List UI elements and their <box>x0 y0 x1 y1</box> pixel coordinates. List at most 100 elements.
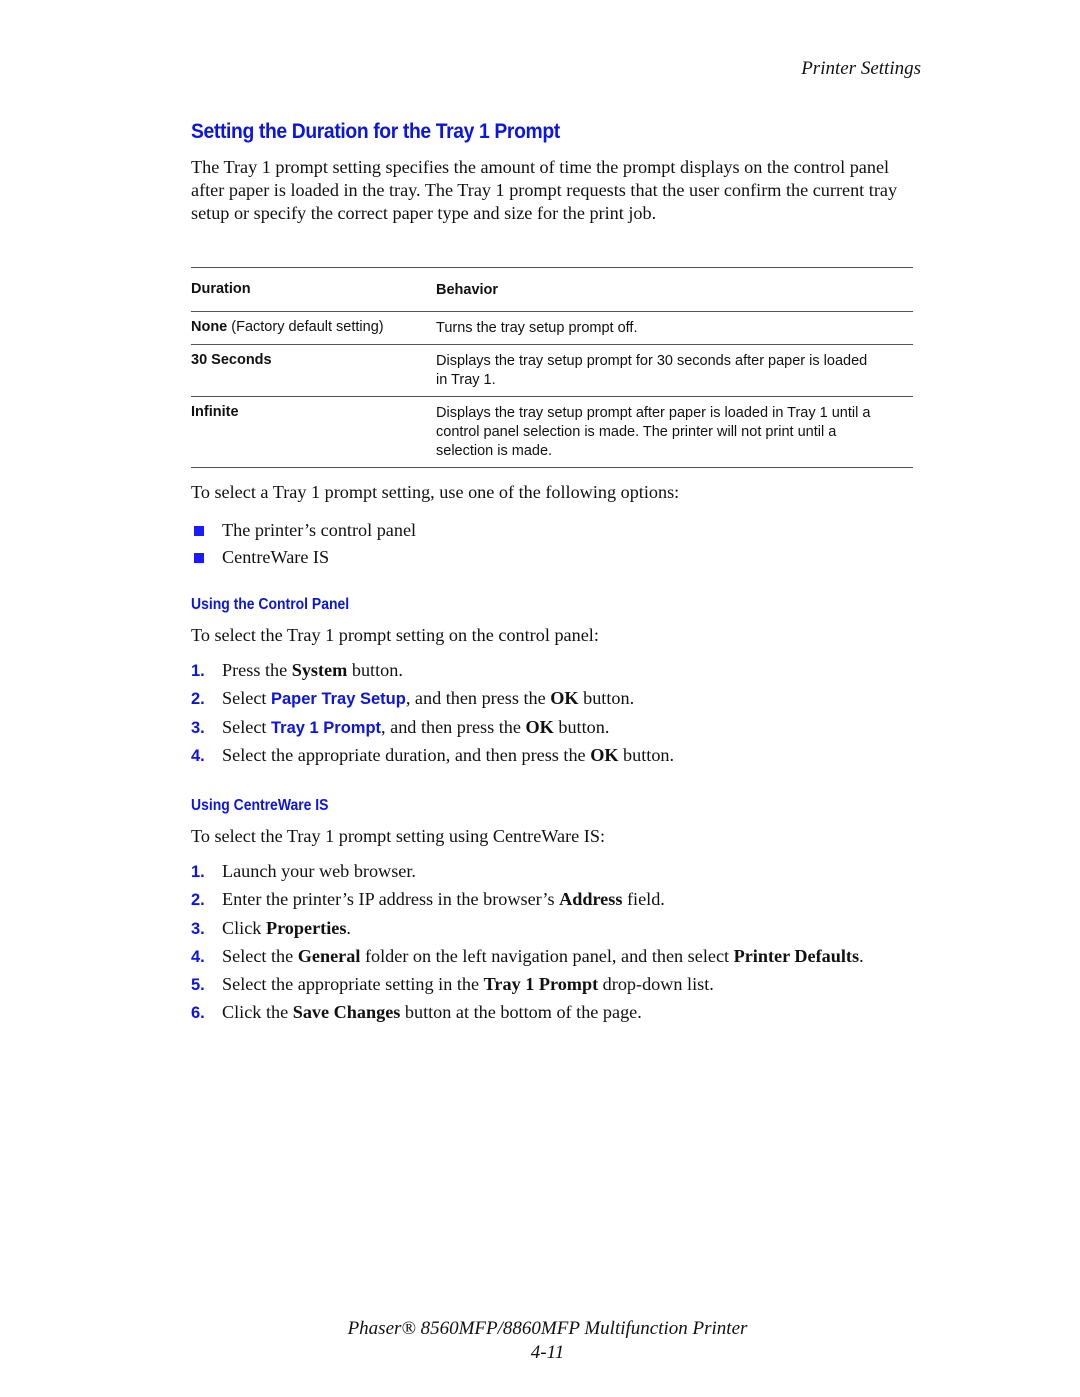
section-title: Setting the Duration for the Tray 1 Prom… <box>191 120 560 143</box>
emphasis-term: OK <box>550 688 579 709</box>
square-bullet-icon <box>194 525 204 536</box>
step-text: Launch your web browser. <box>222 861 416 882</box>
table-row: None (Factory default setting) Turns the… <box>191 312 913 345</box>
step-text-run: Launch your web browser. <box>222 861 416 881</box>
step-text-run: button. <box>578 688 635 709</box>
step-text: Click the Save Changes button at the bot… <box>222 1002 642 1023</box>
step-number: 3. <box>191 919 205 938</box>
table-row: Infinite Displays the tray setup prompt … <box>191 397 913 468</box>
step-item: 4. Select the General folder on the left … <box>191 946 864 974</box>
step-text-run: Enter the printer’s IP address in the br… <box>222 889 560 910</box>
emphasis-term: System <box>291 660 348 680</box>
step-item: 4. Select the appropriate duration, and t… <box>191 745 674 773</box>
step-item: 5. Select the appropriate setting in the … <box>191 974 864 1002</box>
ui-menu-term: Tray 1 Prompt <box>271 718 382 737</box>
step-text: Select Tray 1 Prompt, and then press the… <box>222 717 609 738</box>
step-text-run: Select the appropriate setting in the <box>222 974 484 995</box>
step-text-run: Select the <box>222 945 298 966</box>
duration-note: (Factory default setting) <box>227 319 384 335</box>
page-number: 4-11 <box>530 1342 565 1363</box>
step-text-run: Click <box>222 917 266 938</box>
behavior-cell: Turns the tray setup prompt off. <box>436 320 638 336</box>
duration-cell: Infinite <box>191 397 436 467</box>
step-text: Select the appropriate setting in the Tr… <box>222 974 714 995</box>
column-header-behavior: Behavior <box>436 282 499 298</box>
list-item: The printer’s control panel <box>191 517 416 544</box>
duration-value: 30 Seconds <box>191 352 272 368</box>
step-text-run: , and then press the <box>381 716 526 737</box>
running-header: Printer Settings <box>801 58 921 79</box>
list-item: CentreWare IS <box>191 544 416 571</box>
step-text-run: , and then press the <box>405 688 551 709</box>
duration-table: Duration Behavior None (Factory default … <box>191 267 913 468</box>
table-row: 30 Seconds Displays the tray setup promp… <box>191 345 913 397</box>
control-panel-lead: To select the Tray 1 prompt setting on t… <box>191 625 599 645</box>
step-text: Enter the printer’s IP address in the br… <box>222 889 665 910</box>
step-text: Select Paper Tray Setup, and then press … <box>222 688 634 709</box>
list-item-text: The printer’s control panel <box>222 520 417 540</box>
step-number: 3. <box>191 718 205 737</box>
step-item: 2. Select Paper Tray Setup, and then pres… <box>191 688 674 716</box>
step-text-run: button. <box>553 716 610 737</box>
footer-product-name: Phaser® 8560MFP/8860MFP Multifunction Pr… <box>347 1318 748 1339</box>
emphasis-term: Printer Defaults <box>733 945 860 966</box>
behavior-cell: Displays the tray setup prompt after pap… <box>436 405 871 459</box>
centreware-steps: 1. Launch your web browser. 2. Enter the pr… <box>191 861 864 1031</box>
emphasis-term: OK <box>590 744 619 765</box>
options-list: The printer’s control panel CentreWare I… <box>191 517 416 571</box>
step-text-run: button. <box>618 744 675 765</box>
duration-value: None <box>191 319 228 335</box>
step-item: 3. Select Tray 1 Prompt, and then press t… <box>191 717 674 745</box>
emphasis-term: Address <box>559 889 623 910</box>
control-panel-heading: Using the Control Panel <box>191 596 350 613</box>
column-header-duration: Duration <box>191 281 251 297</box>
step-number: 1. <box>191 662 205 680</box>
step-item: 2. Enter the printer’s IP address in the … <box>191 889 864 917</box>
page-footer: Phaser® 8560MFP/8860MFP Multifunction Pr… <box>0 1317 1080 1365</box>
intro-paragraph: The Tray 1 prompt setting specifies the … <box>191 157 898 223</box>
emphasis-term: Properties <box>265 917 347 938</box>
table-header-row: Duration Behavior <box>191 267 913 312</box>
step-text-run: Select <box>222 688 271 709</box>
step-text-run: Click the <box>222 1002 293 1023</box>
step-number: 1. <box>191 863 205 881</box>
centreware-heading: Using CentreWare IS <box>191 797 329 814</box>
step-text: Select the appropriate duration, and the… <box>222 745 674 766</box>
duration-cell: None (Factory default setting) <box>191 312 436 344</box>
step-text-run: drop-down list. <box>598 974 714 995</box>
emphasis-term: Save Changes <box>292 1002 401 1023</box>
step-text: Select the General folder on the left na… <box>222 946 864 967</box>
options-lead: To select a Tray 1 prompt setting, use o… <box>191 482 680 502</box>
ui-menu-term: Paper Tray Setup <box>271 690 406 709</box>
behavior-cell: Displays the tray setup prompt for 30 se… <box>436 353 868 388</box>
step-number: 4. <box>191 746 205 765</box>
step-number: 2. <box>191 891 205 910</box>
duration-cell: 30 Seconds <box>191 345 436 396</box>
emphasis-term: Tray 1 Prompt <box>483 974 599 995</box>
emphasis-term: General <box>297 945 361 966</box>
step-text-run: button. <box>347 660 403 680</box>
step-text-run: Select <box>222 716 271 737</box>
step-text: Press the System button. <box>222 660 403 681</box>
step-number: 4. <box>191 947 205 966</box>
step-text-run: Select the appropriate duration, and the… <box>222 744 591 765</box>
list-item-text: CentreWare IS <box>222 547 330 567</box>
step-text-run: button at the bottom of the page. <box>400 1002 642 1023</box>
step-item: 6. Click the Save Changes button at the b… <box>191 1002 864 1030</box>
step-item: 1. Press the System button. <box>191 660 674 688</box>
step-text-run: Press the <box>222 660 292 680</box>
step-text-run: . <box>346 917 351 938</box>
step-text-run: . <box>859 945 864 966</box>
step-number: 5. <box>191 976 205 995</box>
emphasis-term: OK <box>525 716 554 737</box>
step-text: Click Properties. <box>222 918 351 939</box>
step-text-run: folder on the left navigation panel, and… <box>360 945 734 966</box>
step-item: 1. Launch your web browser. <box>191 861 864 889</box>
square-bullet-icon <box>194 552 204 563</box>
step-number: 2. <box>191 690 205 709</box>
centreware-lead: To select the Tray 1 prompt setting usin… <box>191 826 605 846</box>
step-number: 6. <box>191 1004 205 1023</box>
control-panel-steps: 1. Press the System button. 2. Select Paper… <box>191 660 674 773</box>
step-item: 3. Click Properties. <box>191 918 864 946</box>
duration-value: Infinite <box>191 404 239 420</box>
